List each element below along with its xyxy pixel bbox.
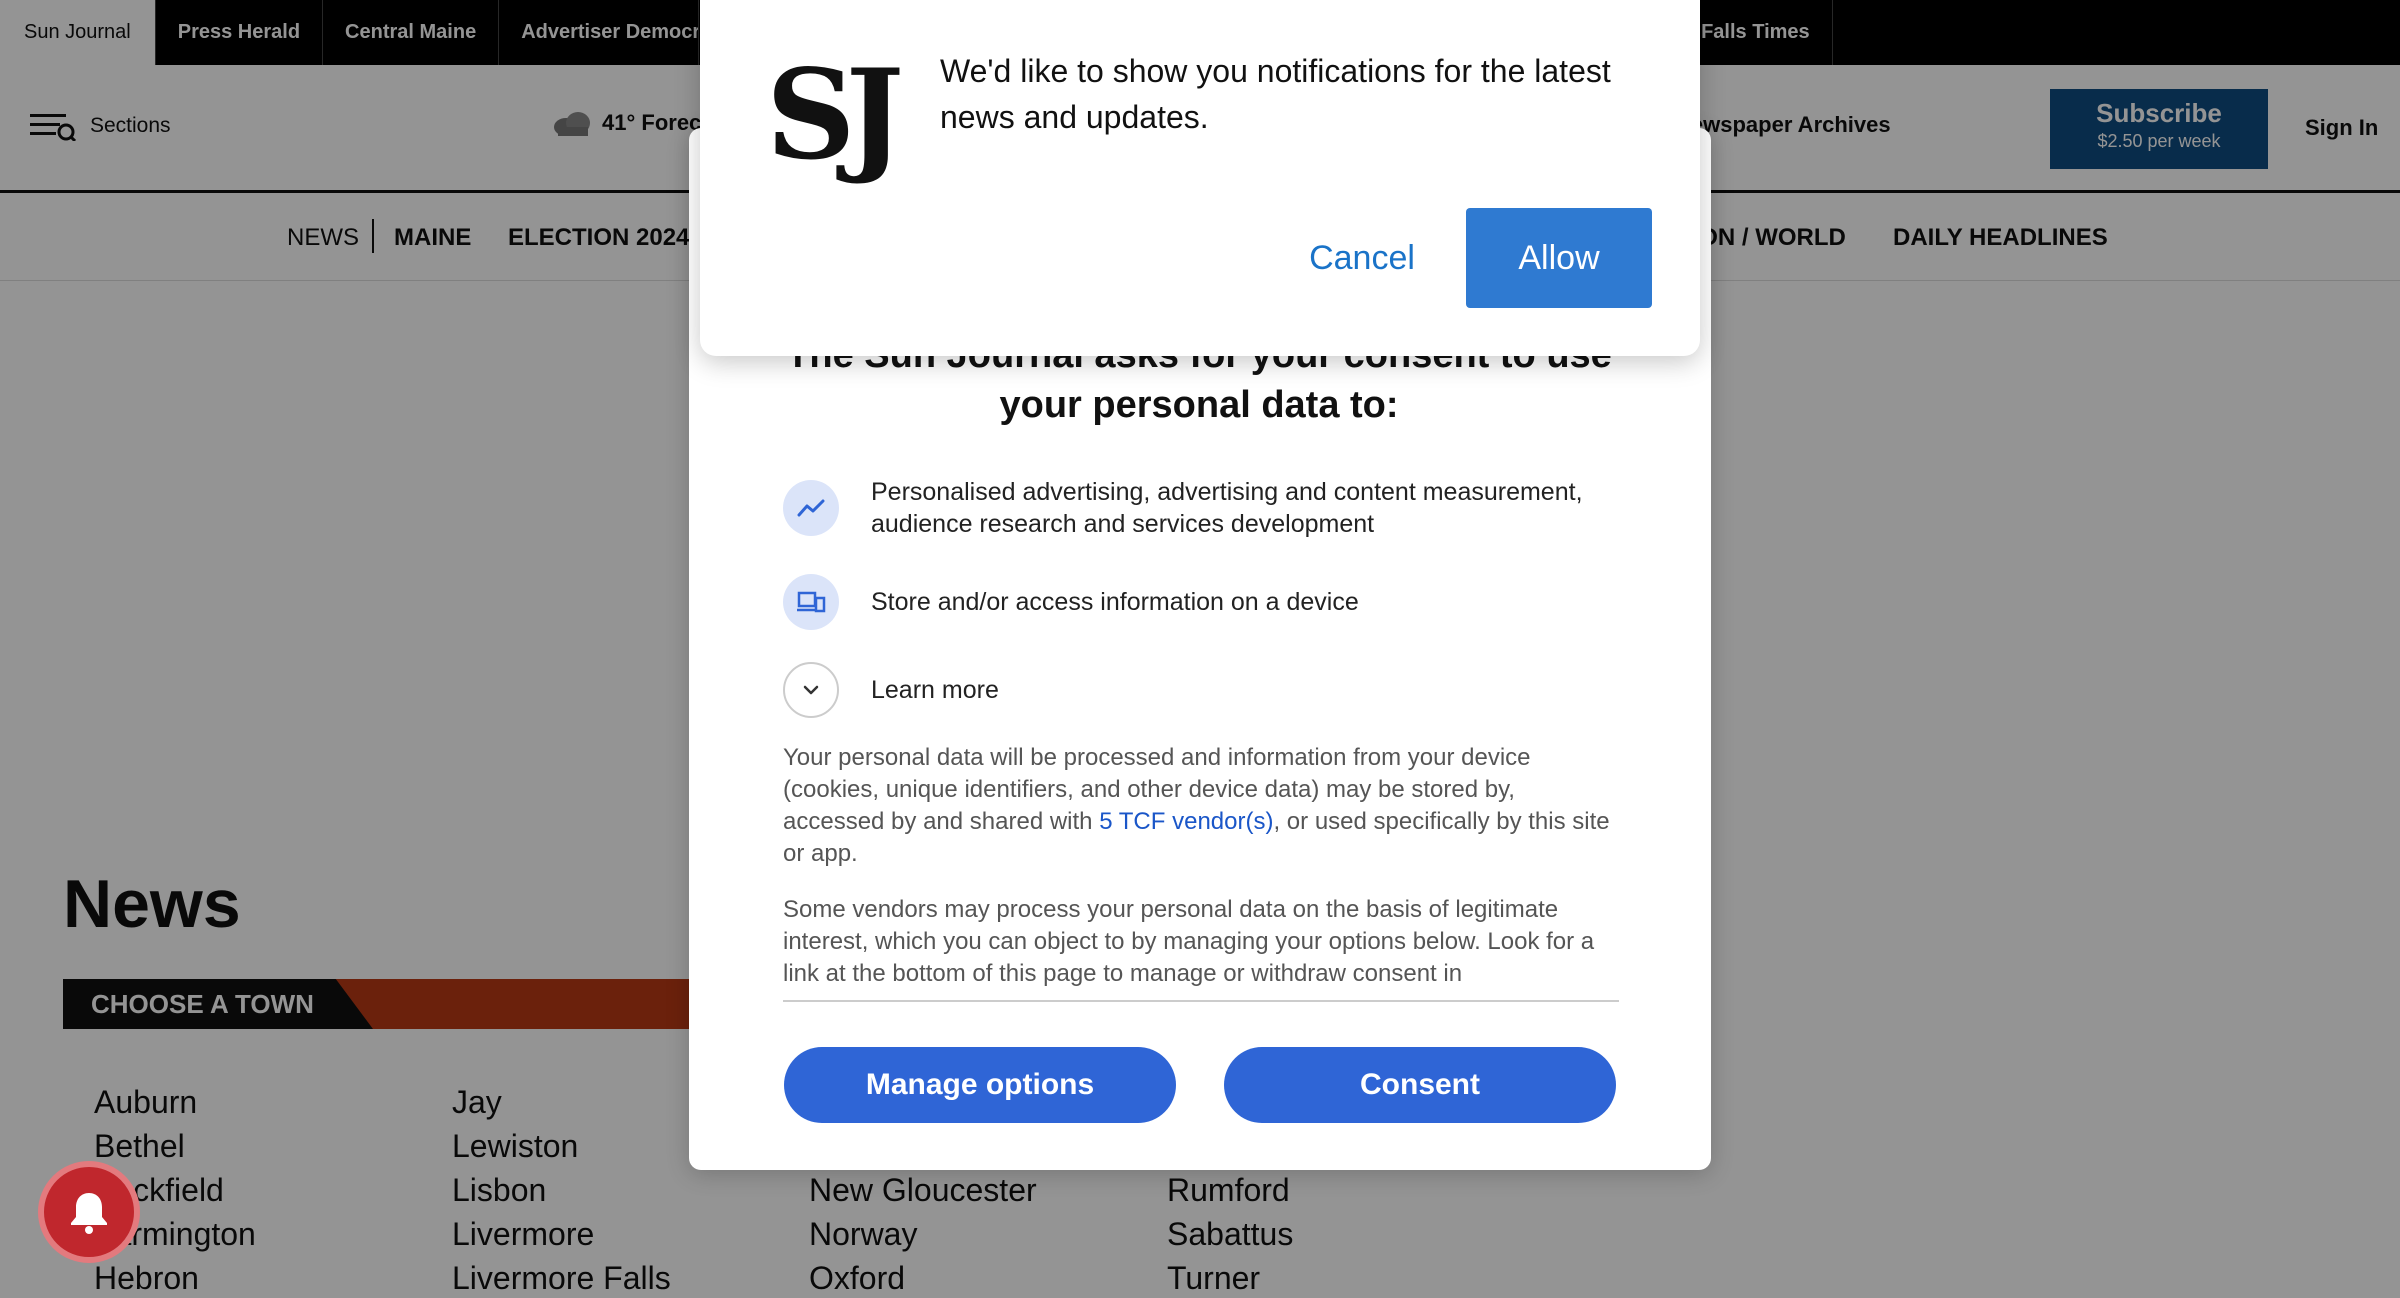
purpose-device-storage-text: Store and/or access information on a dev… xyxy=(871,588,1359,616)
tcf-vendors-link[interactable]: 5 TCF vendor(s) xyxy=(1099,808,1273,835)
devices-icon xyxy=(783,574,839,630)
trend-line-icon xyxy=(783,480,839,536)
consent-button[interactable]: Consent xyxy=(1224,1047,1616,1123)
consent-paragraph-2: Some vendors may process your personal d… xyxy=(783,896,1595,987)
cancel-button[interactable]: Cancel xyxy=(1262,208,1462,308)
consent-paragraph-1: Your personal data will be processed and… xyxy=(783,742,1613,870)
learn-more-toggle[interactable]: Learn more xyxy=(783,662,1591,718)
consent-heading-line2: your personal data to: xyxy=(999,384,1399,426)
notification-message: We'd like to show you notifications for … xyxy=(940,53,1611,135)
notification-prompt: SJ We'd like to show you notifications f… xyxy=(700,0,1700,356)
purpose-advertising: Personalised advertising, advertising an… xyxy=(783,476,1591,540)
manage-options-button[interactable]: Manage options xyxy=(784,1047,1176,1123)
chevron-down-icon xyxy=(783,662,839,718)
scroll-divider xyxy=(783,1000,1619,1002)
notification-bell-button[interactable] xyxy=(38,1161,140,1263)
allow-button[interactable]: Allow xyxy=(1466,208,1652,308)
learn-more-label: Learn more xyxy=(871,676,999,704)
bell-icon xyxy=(71,1193,107,1234)
purpose-advertising-text: Personalised advertising, advertising an… xyxy=(871,478,1583,538)
purpose-device-storage: Store and/or access information on a dev… xyxy=(783,574,1591,630)
sun-journal-logo: SJ xyxy=(766,43,904,188)
